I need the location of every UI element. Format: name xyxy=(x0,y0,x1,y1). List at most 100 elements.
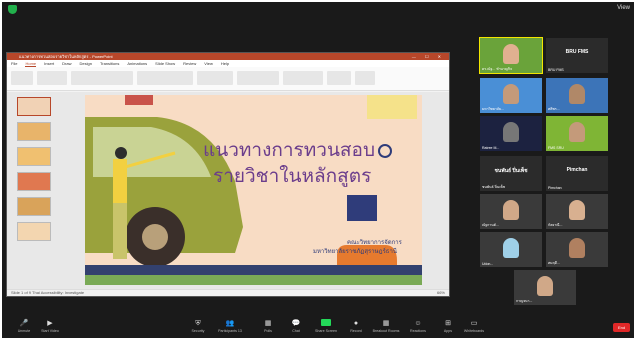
participant-name-label: มหาวิทยาลัย... xyxy=(482,107,504,111)
participant-video xyxy=(569,238,585,258)
slide-thumbnail[interactable] xyxy=(17,197,51,216)
ppt-ribbon xyxy=(7,67,449,91)
participant-tile[interactable]: สมฤดี... xyxy=(546,232,608,267)
start-video-label: Start Video xyxy=(41,329,59,333)
zoom-meeting-window: View แนวทางการทวนสอบรายวิชาในหลักสูตร - … xyxy=(2,2,634,338)
participants-button[interactable]: 👥 Participants 13 xyxy=(210,319,250,333)
participant-tile[interactable]: มหาวิทยาลัย... xyxy=(480,78,542,113)
participants-label: Participants 13 xyxy=(218,329,242,333)
slide-thumbnail[interactable] xyxy=(17,222,51,241)
window-controls[interactable]: — ☐ ✕ xyxy=(412,53,445,60)
participant-display-name: Pimchan xyxy=(566,167,588,173)
ppt-window-title: แนวทางการทวนสอบรายวิชาในหลักสูตร - Power… xyxy=(19,54,113,59)
teacher-head-shape xyxy=(115,147,127,159)
slide-thumbnail[interactable] xyxy=(17,122,51,141)
slide-thumbnail[interactable] xyxy=(17,147,51,166)
ribbon-group-paragraph[interactable] xyxy=(137,71,193,85)
ppt-menu-insert[interactable]: Insert xyxy=(44,61,54,66)
participant-tile[interactable]: ดร.ณัฐ... ชำนาญกิจ xyxy=(479,37,543,74)
slide-subtitle-university: มหาวิทยาลัยราชภัฏสุราษฎร์ธานี xyxy=(313,248,397,255)
participant-name-label: สมฤดี... xyxy=(548,261,560,265)
status-text: Slide 1 of 9 Thai Accessibility: Investi… xyxy=(11,290,85,295)
participant-name-label: Ratree M... xyxy=(482,146,500,150)
participant-tile[interactable]: Pimchan Pimchan xyxy=(546,156,608,191)
ribbon-group-shapes[interactable] xyxy=(237,71,279,85)
participant-video xyxy=(503,44,519,64)
participant-video xyxy=(503,122,519,142)
end-button[interactable]: End xyxy=(613,323,630,332)
ribbon-group-designer[interactable] xyxy=(355,71,375,85)
participant-name-label: FMS SRU xyxy=(548,146,564,150)
slide-thumbnail[interactable] xyxy=(17,172,51,191)
participant-name-label: ศศิพร... xyxy=(548,107,560,111)
ppt-menu-file[interactable]: File xyxy=(11,61,17,66)
whiteboards-label: Whiteboards xyxy=(463,329,485,333)
meeting-toolbar: End 🎤 Unmute ▶ Start Video ⛨ Security 👥 Partici… xyxy=(2,318,634,338)
participant-video xyxy=(503,84,519,104)
view-button[interactable]: View xyxy=(617,5,630,11)
zoom-level[interactable]: 66% xyxy=(437,290,445,296)
teacher-legs-shape xyxy=(113,203,127,259)
slide-title-line2: รายวิชาในหลักสูตร xyxy=(213,165,372,187)
ppt-menu-slide-show[interactable]: Slide Show xyxy=(155,61,175,66)
participant-name-label: ดร.ณัฐ... ชำนาญกิจ xyxy=(482,67,513,71)
participant-video xyxy=(569,84,585,104)
ribbon-group-font[interactable] xyxy=(71,71,133,85)
siren-shape xyxy=(125,95,153,105)
ppt-menu-help[interactable]: Help xyxy=(221,61,229,66)
ppt-menu-transitions[interactable]: Transitions xyxy=(100,61,119,66)
ribbon-group-voice[interactable] xyxy=(327,71,351,85)
start-video-icon: ▶ xyxy=(47,320,53,327)
ppt-workspace: แนวทางการทวนสอบ รายวิชาในหลักสูตร คณะวิท… xyxy=(7,92,449,289)
participant-display-name: BRU FMS xyxy=(565,49,589,55)
start-video-button[interactable]: ▶ Start Video xyxy=(30,319,70,333)
participant-name-label: BRU FMS xyxy=(548,68,564,72)
participant-name-label: ชนพันธ์ ปิ่นเพ็ช xyxy=(482,185,506,189)
whiteboards-icon: ▭ xyxy=(470,320,478,327)
ribbon-group-clipboard[interactable] xyxy=(11,71,33,85)
participant-tile[interactable]: ณัฐกานต์... xyxy=(480,194,542,229)
ribbon-group-slides[interactable] xyxy=(37,71,67,85)
laptop-shape xyxy=(347,195,377,221)
participant-name-label: กัลยาณี... xyxy=(548,223,563,227)
participant-video xyxy=(569,200,585,220)
participant-tile[interactable]: Udon... xyxy=(480,232,542,267)
shield-icon[interactable] xyxy=(8,5,17,14)
participant-video xyxy=(569,122,585,142)
paperclip-shape xyxy=(378,144,392,158)
participant-tile[interactable]: ชนพันธ์ ปิ่นเพ็ช ชนพันธ์ ปิ่นเพ็ช xyxy=(480,156,542,191)
participant-tile[interactable]: กัลยาณี... xyxy=(546,194,608,229)
participant-tile[interactable]: กาญจนา... xyxy=(514,270,576,305)
slide-thumbnails xyxy=(11,95,55,285)
ppt-menu-design[interactable]: Design xyxy=(79,61,91,66)
participant-name-label: ณัฐกานต์... xyxy=(482,223,499,227)
participant-name-label: Pimchan xyxy=(548,186,562,190)
participant-tile[interactable]: FMS SRU xyxy=(546,116,608,151)
ppt-menu-review[interactable]: Review xyxy=(183,61,196,66)
ppt-title-bar: แนวทางการทวนสอบรายวิชาในหลักสูตร - Power… xyxy=(7,53,449,60)
whiteboards-button[interactable]: ▭ Whiteboards xyxy=(454,319,494,333)
ppt-menu-animations[interactable]: Animations xyxy=(127,61,147,66)
shared-screen-powerpoint: แนวทางการทวนสอบรายวิชาในหลักสูตร - Power… xyxy=(6,52,450,297)
participant-tile[interactable]: Ratree M... xyxy=(480,116,542,151)
slide-canvas[interactable]: แนวทางการทวนสอบ รายวิชาในหลักสูตร คณะวิท… xyxy=(85,95,422,285)
ppt-menu-view[interactable]: View xyxy=(204,61,213,66)
book-shape xyxy=(367,95,417,119)
participant-tile[interactable]: ศศิพร... xyxy=(546,78,608,113)
participant-name-label: กาญจนา... xyxy=(516,299,533,303)
participants-icon: 👥 xyxy=(225,320,235,327)
share-screen-icon-box xyxy=(321,319,331,326)
participant-tile[interactable]: BRU FMS BRU FMS xyxy=(546,38,608,73)
ppt-menu-draw[interactable]: Draw xyxy=(62,61,71,66)
ribbon-group-editing[interactable] xyxy=(283,71,323,85)
slide-thumbnail[interactable] xyxy=(17,97,51,116)
ribbon-group-drawing[interactable] xyxy=(197,71,233,85)
ppt-status-bar: Slide 1 of 9 Thai Accessibility: Investi… xyxy=(7,289,449,296)
participant-name-label: Udon... xyxy=(482,262,494,266)
participant-display-name: ชนพันธ์ ปิ่นเพ็ช xyxy=(494,168,528,174)
participant-video xyxy=(503,200,519,220)
top-bar: View xyxy=(2,2,634,16)
wheel-hub-shape xyxy=(142,224,168,250)
slide-road xyxy=(85,275,422,285)
participant-video xyxy=(537,276,553,296)
